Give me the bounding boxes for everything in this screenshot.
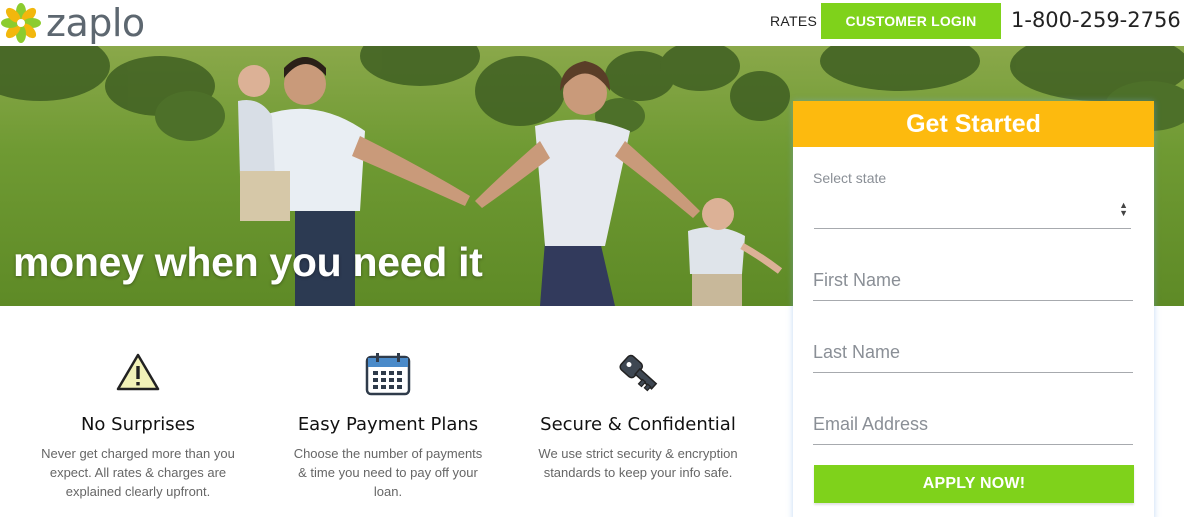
feature-title: No Surprises [80,414,196,435]
first-name-input[interactable] [813,261,1133,300]
last-name-field[interactable] [813,333,1133,373]
flower-logo-icon [1,3,41,43]
email-field[interactable] [813,405,1133,445]
hero-tagline: money when you need it [13,239,483,285]
features-section: No Surprises Never get charged more than… [0,306,780,517]
rates-link[interactable]: RATES [770,13,817,29]
feature-title: Easy Payment Plans [297,414,479,435]
site-header: zaplo RATES CUSTOMER LOGIN 1-800-259-275… [0,0,1184,46]
phone-number[interactable]: 1-800-259-2756 [1011,8,1181,32]
customer-login-button[interactable]: CUSTOMER LOGIN [821,3,1001,39]
zaplo-logo[interactable]: zaplo [0,2,145,44]
feature-text: Choose the number of payments & time you… [293,446,483,499]
first-name-field[interactable] [813,261,1133,301]
key-icon [615,352,661,401]
form-heading: Get Started [793,101,1154,147]
state-label: Select state [813,170,887,186]
warning-triangle-icon [115,352,161,397]
get-started-form: Get Started Select state ▲▼ APPLY NOW! [793,101,1154,517]
brand-name: zaplo [46,1,145,45]
last-name-input[interactable] [813,333,1133,372]
select-arrows-icon: ▲ ▼ [1119,200,1128,218]
state-select[interactable]: ▲ ▼ [814,193,1131,229]
feature-text: We use strict security & encryption stan… [538,446,738,480]
calendar-icon [365,352,411,401]
apply-now-button[interactable]: APPLY NOW! [814,465,1134,503]
feature-text: Never get charged more than you expect. … [41,446,235,499]
feature-title: Secure & Confidential [540,414,736,435]
email-input[interactable] [813,405,1133,444]
